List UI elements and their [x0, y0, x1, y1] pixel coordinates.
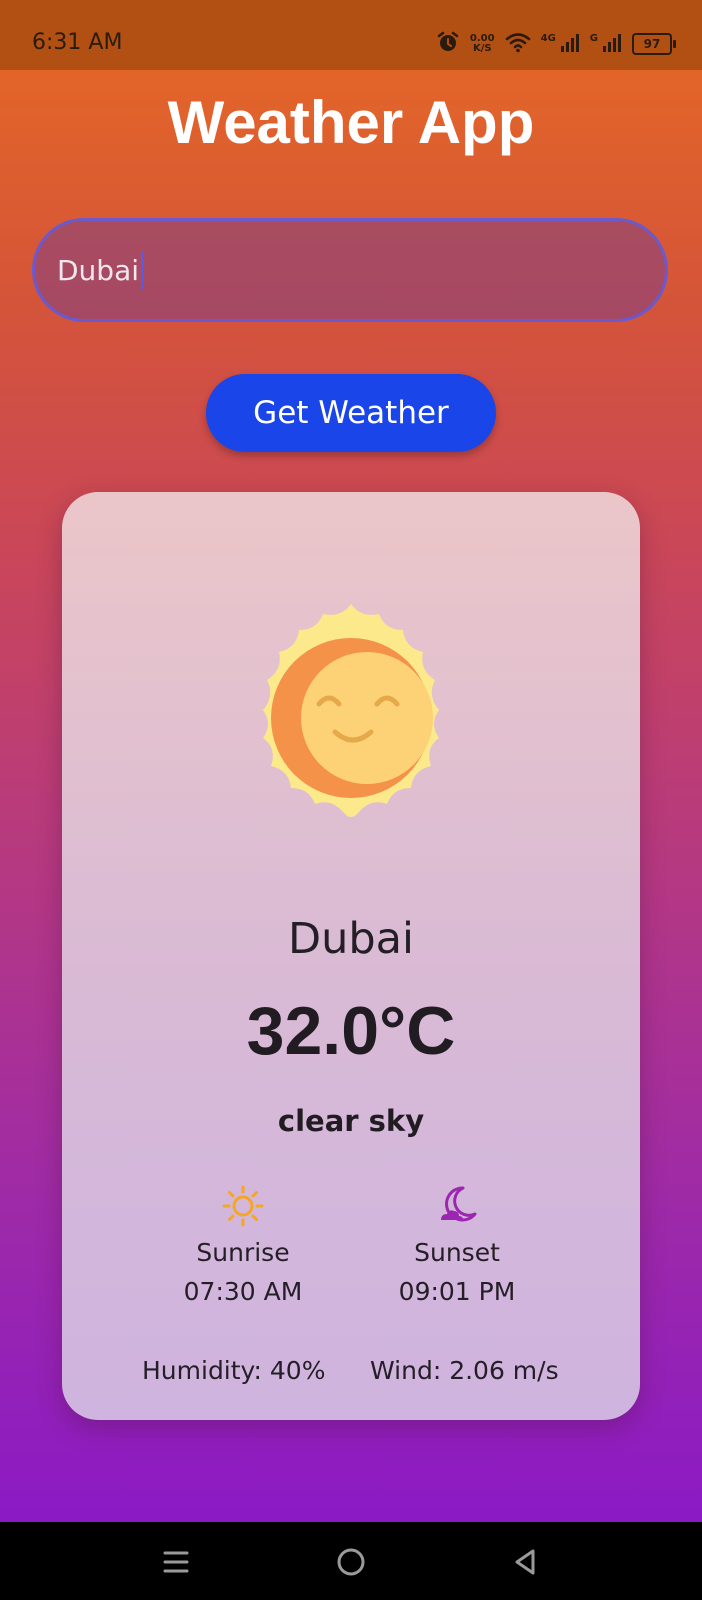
- menu-icon[interactable]: [158, 1544, 194, 1580]
- alarm-icon: [436, 30, 460, 59]
- city-search-input[interactable]: Dubai: [32, 218, 668, 322]
- text-cursor: [141, 251, 144, 289]
- humidity-value: Humidity: 40%: [142, 1356, 326, 1385]
- net-speed-unit: K/S: [472, 43, 492, 54]
- sunset-block: Sunset 09:01 PM: [357, 1184, 557, 1306]
- network-g-label: G: [589, 32, 598, 44]
- sunrise-label: Sunrise: [196, 1238, 290, 1267]
- net-speed: 0.00 K/S: [470, 34, 495, 54]
- system-nav-bar: [0, 1522, 702, 1600]
- signal-icon: [560, 31, 580, 58]
- status-bar: 6:31 AM 0.00 K/S 4G G 97: [0, 0, 702, 70]
- weather-city: Dubai: [288, 914, 414, 964]
- weather-temperature: 32.0°C: [246, 993, 456, 1069]
- battery-level: 97: [643, 37, 661, 51]
- wind-value: Wind: 2.06 m/s: [370, 1356, 559, 1385]
- city-search-value[interactable]: Dubai: [57, 254, 139, 287]
- battery-icon: 97: [632, 33, 676, 55]
- smiling-sun-icon: [233, 600, 469, 836]
- page-title: Weather App: [167, 89, 535, 156]
- network-4g-label: 4G: [540, 32, 556, 44]
- home-icon[interactable]: [333, 1544, 369, 1580]
- sunset-label: Sunset: [414, 1238, 500, 1267]
- app-screen: 6:31 AM 0.00 K/S 4G G 97 Weather App Dub…: [0, 0, 702, 1600]
- get-weather-button[interactable]: Get Weather: [206, 374, 496, 452]
- weather-description: clear sky: [277, 1104, 425, 1138]
- sunrise-time: 07:30 AM: [183, 1277, 303, 1306]
- status-icons: 0.00 K/S 4G G 97: [436, 30, 676, 59]
- weather-card: Dubai 32.0°C clear sky Sunrise 07:30 AM …: [62, 492, 640, 1420]
- signal-icon-2: [602, 31, 622, 58]
- back-icon[interactable]: [508, 1544, 544, 1580]
- sunrise-block: Sunrise 07:30 AM: [143, 1184, 343, 1306]
- wifi-icon: [505, 31, 531, 58]
- sunset-moon-icon: [357, 1184, 557, 1228]
- sunrise-icon: [143, 1184, 343, 1228]
- sunset-time: 09:01 PM: [398, 1277, 516, 1306]
- status-time: 6:31 AM: [32, 30, 123, 55]
